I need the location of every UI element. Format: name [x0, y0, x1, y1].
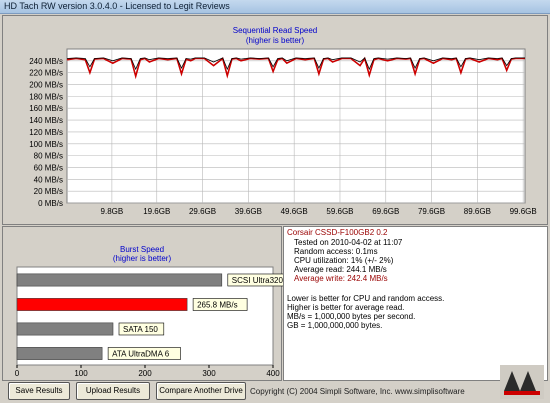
bar-label: ATA UltraDMA 6 [112, 349, 170, 358]
y-tick-label: 240 MB/s [29, 57, 63, 66]
y-tick-label: 160 MB/s [29, 104, 63, 113]
x-tick-label: 59.6GB [326, 207, 353, 216]
title-bar: HD Tach RW version 3.0.4.0 - Licensed to… [0, 0, 550, 14]
burst-bar [16, 347, 103, 360]
y-tick-label: 120 MB/s [29, 128, 63, 137]
burst-bar [16, 273, 223, 287]
info-average-write: Average write: 242.4 MB/s [294, 274, 388, 283]
compare-another-drive-button[interactable]: Compare Another Drive [156, 382, 246, 400]
y-tick-label: 80 MB/s [34, 152, 63, 161]
burst-bar [16, 298, 188, 311]
legit-reviews-logo [500, 365, 544, 399]
drive-name: Corsair CSSD-F100GB2 0.2 [287, 228, 388, 237]
x-tick-label: 29.6GB [189, 207, 216, 216]
app-client-area: Sequential Read Speed (higher is better)… [0, 14, 550, 403]
burst-speed-panel: Burst Speed (higher is better) 0 100 200 30… [2, 226, 283, 381]
note-line: GB = 1,000,000,000 bytes. [287, 321, 383, 330]
x-tick-label: 39.6GB [235, 207, 262, 216]
note-line: MB/s = 1,000,000 bytes per second. [287, 312, 416, 321]
x-tick-label: 99.6GB [510, 207, 537, 216]
upload-results-button[interactable]: Upload Results [76, 382, 150, 400]
sequential-read-panel: Sequential Read Speed (higher is better)… [2, 15, 548, 225]
y-tick-label: 60 MB/s [34, 163, 63, 172]
plot-area [66, 48, 526, 204]
x-tick-label: 69.6GB [372, 207, 399, 216]
x-tick-label: 100 [74, 369, 88, 378]
note-line: Lower is better for CPU and random acces… [287, 294, 445, 303]
y-tick-label: 40 MB/s [34, 175, 63, 184]
copyright-text: Copyright (C) 2004 Simpli Software, Inc.… [250, 387, 465, 396]
x-tick-label: 89.6GB [464, 207, 491, 216]
x-tick-label: 0 [15, 369, 20, 378]
burst-bar [16, 322, 114, 336]
bar-label: SATA 150 [123, 325, 158, 334]
y-tick-label: 0 MB/s [38, 199, 63, 208]
x-tick-label: 300 [202, 369, 216, 378]
note-line: Higher is better for average read. [287, 303, 405, 312]
x-tick-label: 19.6GB [143, 207, 170, 216]
x-tick-label: 400 [266, 369, 280, 378]
info-tested: Tested on 2010-04-02 at 11:07 [294, 238, 403, 247]
y-tick-label: 220 MB/s [29, 69, 63, 78]
x-tick-label: 79.6GB [418, 207, 445, 216]
x-tick-label: 200 [138, 369, 152, 378]
y-tick-label: 140 MB/s [29, 116, 63, 125]
save-results-button[interactable]: Save Results [8, 382, 70, 400]
info-cpu: CPU utilization: 1% (+/- 2%) [294, 256, 394, 265]
sequential-read-chart: 0 MB/s 20 MB/s 40 MB/s 60 MB/s 80 MB/s 100 MB… [29, 48, 537, 216]
results-info-panel: Corsair CSSD-F100GB2 0.2 Tested on 2010-… [283, 226, 548, 381]
x-tick-label: 9.8GB [101, 207, 124, 216]
y-tick-label: 20 MB/s [34, 187, 63, 196]
x-tick-label: 49.6GB [281, 207, 308, 216]
y-tick-label: 180 MB/s [29, 92, 63, 101]
info-average-read: Average read: 244.1 MB/s [294, 265, 387, 274]
y-tick-label: 100 MB/s [29, 140, 63, 149]
burst-speed-chart: 0 100 200 300 400 SCSI Ultra320 265.8 MB/s SATA… [15, 266, 283, 378]
bar-label: 265.8 MB/s [197, 300, 237, 309]
info-random-access: Random access: 0.1ms [294, 247, 378, 256]
y-tick-label: 200 MB/s [29, 81, 63, 90]
window-title: HD Tach RW version 3.0.4.0 - Licensed to… [4, 1, 230, 11]
bar-label: SCSI Ultra320 [232, 276, 283, 285]
